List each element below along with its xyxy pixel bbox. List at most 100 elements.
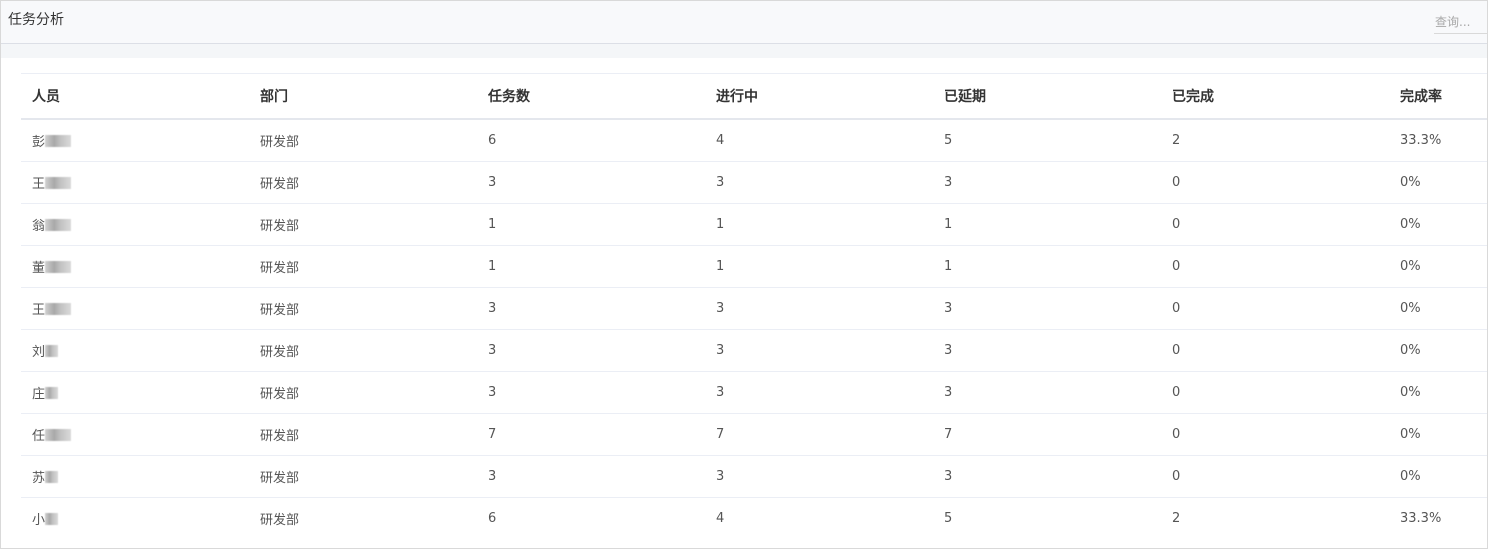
person-name-visible: 任 (32, 429, 46, 444)
header-completed[interactable]: 已完成 (1161, 73, 1389, 120)
cell-delayed: 1 (933, 203, 1161, 246)
table-row[interactable]: 彭 研发部 6 4 5 2 33.3% (21, 119, 1487, 162)
cell-total: 7 (477, 413, 705, 456)
table-container: 人员 部门 任务数 进行中 已延期 已完成 完成率 彭研发部 6 4 5 2 33.3% 王… (8, 58, 1487, 548)
header-completion-rate[interactable]: 完成率 (1389, 73, 1487, 120)
cell-completion-rate: 0% (1389, 329, 1487, 372)
person-name-visible: 王 (32, 177, 46, 192)
cell-completion-rate: 0% (1389, 287, 1487, 330)
redacted-name-mask (45, 135, 72, 147)
table-row[interactable]: 董研发部 1 1 1 0 0% (21, 245, 1487, 288)
cell-name: 王 (21, 287, 249, 330)
cell-name: 董 (21, 245, 249, 288)
cell-in-progress: 3 (705, 371, 933, 414)
table-header-row: 人员 部门 任务数 进行中 已延期 已完成 完成率 (21, 73, 1487, 120)
header-total[interactable]: 任务数 (477, 73, 705, 120)
redacted-name-mask (45, 513, 59, 525)
header-in-progress[interactable]: 进行中 (705, 73, 933, 120)
cell-completion-rate: 33.3% (1400, 511, 1442, 526)
person-name-visible: 彭 (32, 135, 46, 150)
cell-total: 1 (477, 203, 705, 246)
cell-in-progress: 1 (705, 245, 933, 288)
cell-total: 3 (477, 455, 705, 498)
cell-delayed: 3 (933, 371, 1161, 414)
cell-completion-rate: 0% (1389, 203, 1487, 246)
cell-completed: 0 (1161, 161, 1389, 204)
cell-name: 苏 (21, 455, 249, 498)
cell-total: 3 (477, 329, 705, 372)
person-name-visible: 庄 (32, 387, 46, 402)
cell-in-progress: 1 (705, 203, 933, 246)
cell-name: 翁 (21, 203, 249, 246)
table-row[interactable]: 小 研发部 6 4 5 2 33.3% (21, 498, 1487, 540)
table-row[interactable]: 刘研发部 3 3 3 0 0% (21, 329, 1487, 372)
redacted-name-mask (45, 345, 59, 357)
cell-completed: 0 (1161, 287, 1389, 330)
cell-in-progress: 4 (716, 511, 725, 526)
cell-department: 研发部 (249, 329, 477, 372)
cell-total: 3 (477, 371, 705, 414)
cell-completed: 0 (1161, 245, 1389, 288)
cell-completion-rate: 0% (1389, 161, 1487, 204)
cell-department: 研发部 (249, 161, 477, 204)
cell-in-progress: 4 (705, 119, 933, 162)
cell-completion-rate: 0% (1389, 413, 1487, 456)
cell-name: 彭 (21, 119, 249, 162)
cell-department: 研发部 (249, 119, 477, 162)
cell-total: 3 (477, 161, 705, 204)
table-row[interactable]: 苏研发部 3 3 3 0 0% (21, 455, 1487, 498)
table-body: 彭研发部 6 4 5 2 33.3% 王研发部 3 3 3 0 0% 翁研发部 1 1 1 0 0% 董研发部 1 1 1… (21, 119, 1487, 539)
cell-delayed: 3 (933, 455, 1161, 498)
redacted-name-mask (45, 219, 72, 231)
cell-delayed: 5 (944, 511, 953, 526)
cell-department: 研发部 (249, 413, 477, 456)
cell-department: 研发部 (260, 513, 300, 528)
cell-in-progress: 7 (705, 413, 933, 456)
header-name[interactable]: 人员 (21, 73, 249, 120)
cell-total: 6 (488, 511, 497, 526)
table-row[interactable]: 庄研发部 3 3 3 0 0% (21, 371, 1487, 414)
cell-delayed: 3 (933, 287, 1161, 330)
table-row[interactable]: 王研发部 3 3 3 0 0% (21, 287, 1487, 330)
search-input[interactable] (1434, 10, 1487, 34)
content-gap (1, 44, 1487, 58)
panel-header: 任务分析 (1, 1, 1487, 44)
table-row[interactable]: 任研发部 7 7 7 0 0% (21, 413, 1487, 456)
cell-completed: 0 (1161, 203, 1389, 246)
cell-completed: 2 (1172, 511, 1181, 526)
cell-department: 研发部 (249, 203, 477, 246)
cell-completion-rate: 0% (1389, 455, 1487, 498)
cell-total: 3 (477, 287, 705, 330)
panel-title: 任务分析 (8, 12, 64, 28)
cell-delayed: 3 (933, 329, 1161, 372)
cell-name: 庄 (21, 371, 249, 414)
cell-name: 任 (21, 413, 249, 456)
person-name-visible: 小 (32, 513, 46, 528)
person-name-visible: 董 (32, 261, 46, 276)
cell-delayed: 3 (933, 161, 1161, 204)
cell-completed: 2 (1161, 119, 1389, 162)
redacted-name-mask (45, 471, 59, 483)
redacted-name-mask (45, 177, 72, 189)
cell-name: 王 (21, 161, 249, 204)
cell-department: 研发部 (249, 455, 477, 498)
table-row[interactable]: 翁研发部 1 1 1 0 0% (21, 203, 1487, 246)
cell-in-progress: 3 (705, 455, 933, 498)
cell-delayed: 7 (933, 413, 1161, 456)
cell-in-progress: 3 (705, 161, 933, 204)
task-analysis-table: 人员 部门 任务数 进行中 已延期 已完成 完成率 彭研发部 6 4 5 2 33.3% 王… (21, 73, 1487, 539)
table-row[interactable]: 王研发部 3 3 3 0 0% (21, 161, 1487, 204)
cell-in-progress: 3 (705, 287, 933, 330)
person-name-visible: 翁 (32, 219, 46, 234)
cell-name: 刘 (21, 329, 249, 372)
header-department[interactable]: 部门 (249, 73, 477, 120)
redacted-name-mask (45, 429, 72, 441)
cell-department: 研发部 (249, 245, 477, 288)
task-analysis-panel: 任务分析 人员 部门 任务数 进行中 已延期 已完成 (0, 0, 1488, 549)
header-delayed[interactable]: 已延期 (933, 73, 1161, 120)
redacted-name-mask (45, 261, 72, 273)
redacted-name-mask (45, 387, 59, 399)
cell-delayed: 5 (933, 119, 1161, 162)
cell-completion-rate: 0% (1389, 371, 1487, 414)
cell-completion-rate: 33.3% (1389, 119, 1487, 162)
